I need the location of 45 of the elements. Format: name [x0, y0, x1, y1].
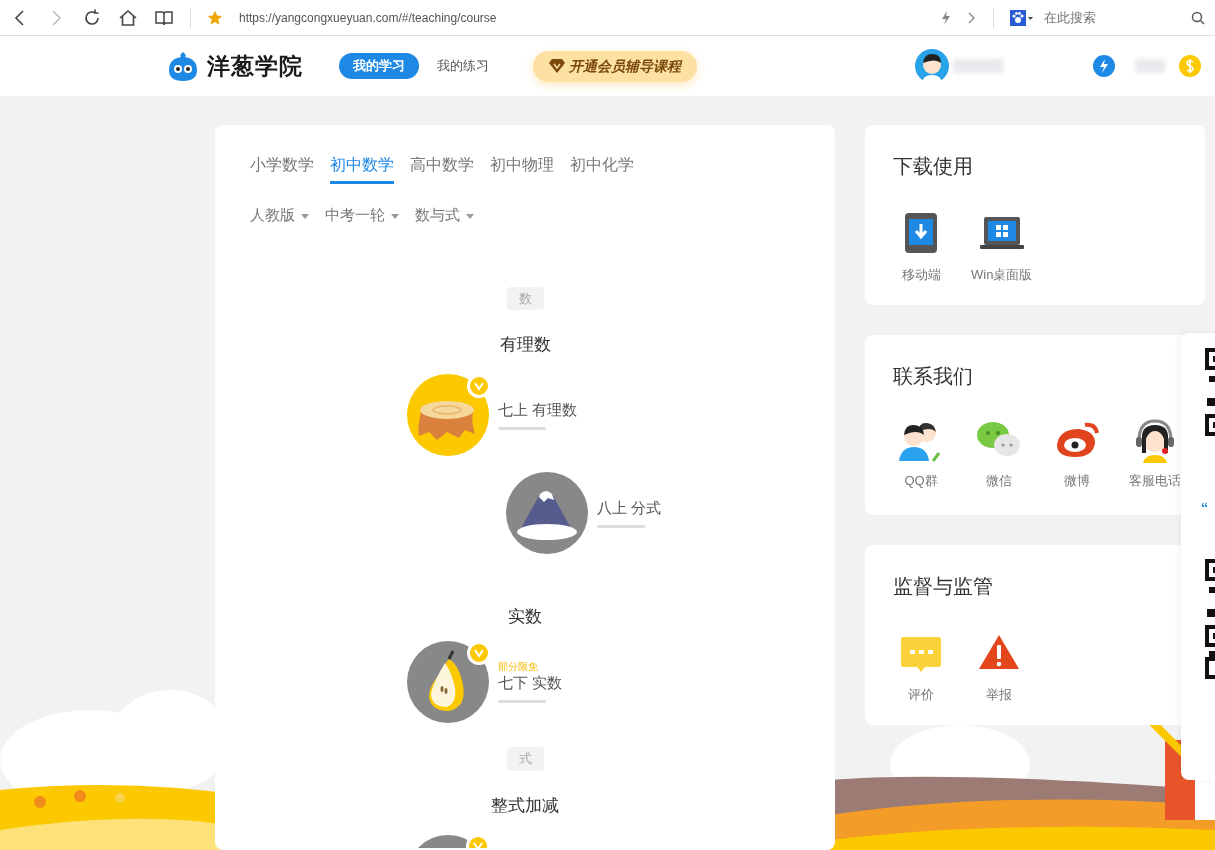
logo-text[interactable]: 洋葱学院: [207, 48, 303, 84]
free-tag: 部分限免: [498, 660, 563, 672]
subject-tab[interactable]: 初中化学: [570, 153, 634, 184]
link-item[interactable]: 微信: [971, 417, 1027, 491]
nav-tab[interactable]: 我的练习: [423, 53, 503, 79]
subject-tab[interactable]: 小学数学: [250, 153, 314, 184]
link-item[interactable]: QQ群: [893, 417, 949, 491]
filter-dropdown[interactable]: 数与式: [415, 204, 474, 227]
star-icon[interactable]: [207, 9, 223, 26]
chevron-icon[interactable]: [967, 10, 977, 25]
link-item[interactable]: 举报: [971, 631, 1027, 705]
filter-dropdown[interactable]: 中考一轮: [325, 204, 399, 227]
reload-icon[interactable]: [82, 7, 102, 28]
avatar-icon[interactable]: [915, 49, 949, 83]
search-icon[interactable]: [1191, 10, 1205, 25]
diamond-icon: [549, 59, 565, 73]
card-title: 监督与监管: [893, 574, 994, 599]
lightning-icon[interactable]: [941, 10, 951, 25]
subject-tab[interactable]: 高中数学: [410, 153, 474, 184]
link-item[interactable]: 微博: [1049, 417, 1105, 491]
unit-title: 实数: [508, 605, 542, 628]
link-item[interactable]: 移动端: [893, 211, 949, 285]
link-item[interactable]: 客服电话: [1127, 417, 1183, 491]
nav-tab[interactable]: 我的学习: [339, 53, 419, 79]
link-item[interactable]: 评价: [893, 631, 949, 705]
lesson-title[interactable]: 七下 实数: [498, 671, 563, 695]
filter-dropdown[interactable]: 人教版: [250, 204, 309, 227]
lesson-title[interactable]: 七上 有理数: [498, 398, 578, 422]
lightning-icon[interactable]: [1093, 55, 1115, 77]
home-icon[interactable]: [118, 7, 138, 28]
card-title: 联系我们: [893, 364, 974, 389]
paw-icon[interactable]: [1010, 9, 1034, 26]
unit-title: 有理数: [499, 334, 551, 356]
link-item[interactable]: Win桌面版: [971, 211, 1033, 285]
lesson-title[interactable]: 八上 分式: [597, 496, 662, 520]
card-title: 下载使用: [893, 154, 974, 179]
unit-title: 整式加减: [491, 794, 559, 817]
qr-caption: “: [1201, 499, 1209, 518]
subject-tab[interactable]: 初中物理: [490, 153, 554, 184]
logo-icon[interactable]: [167, 50, 199, 82]
subject-tab[interactable]: 初中数学: [330, 153, 394, 184]
section-label: 数: [506, 286, 544, 310]
address-bar[interactable]: https://yangcongxueyuan.com/#/teaching/course: [239, 8, 925, 27]
section-label: 式: [506, 747, 544, 771]
vip-button[interactable]: 开通会员辅导课程: [533, 50, 697, 82]
